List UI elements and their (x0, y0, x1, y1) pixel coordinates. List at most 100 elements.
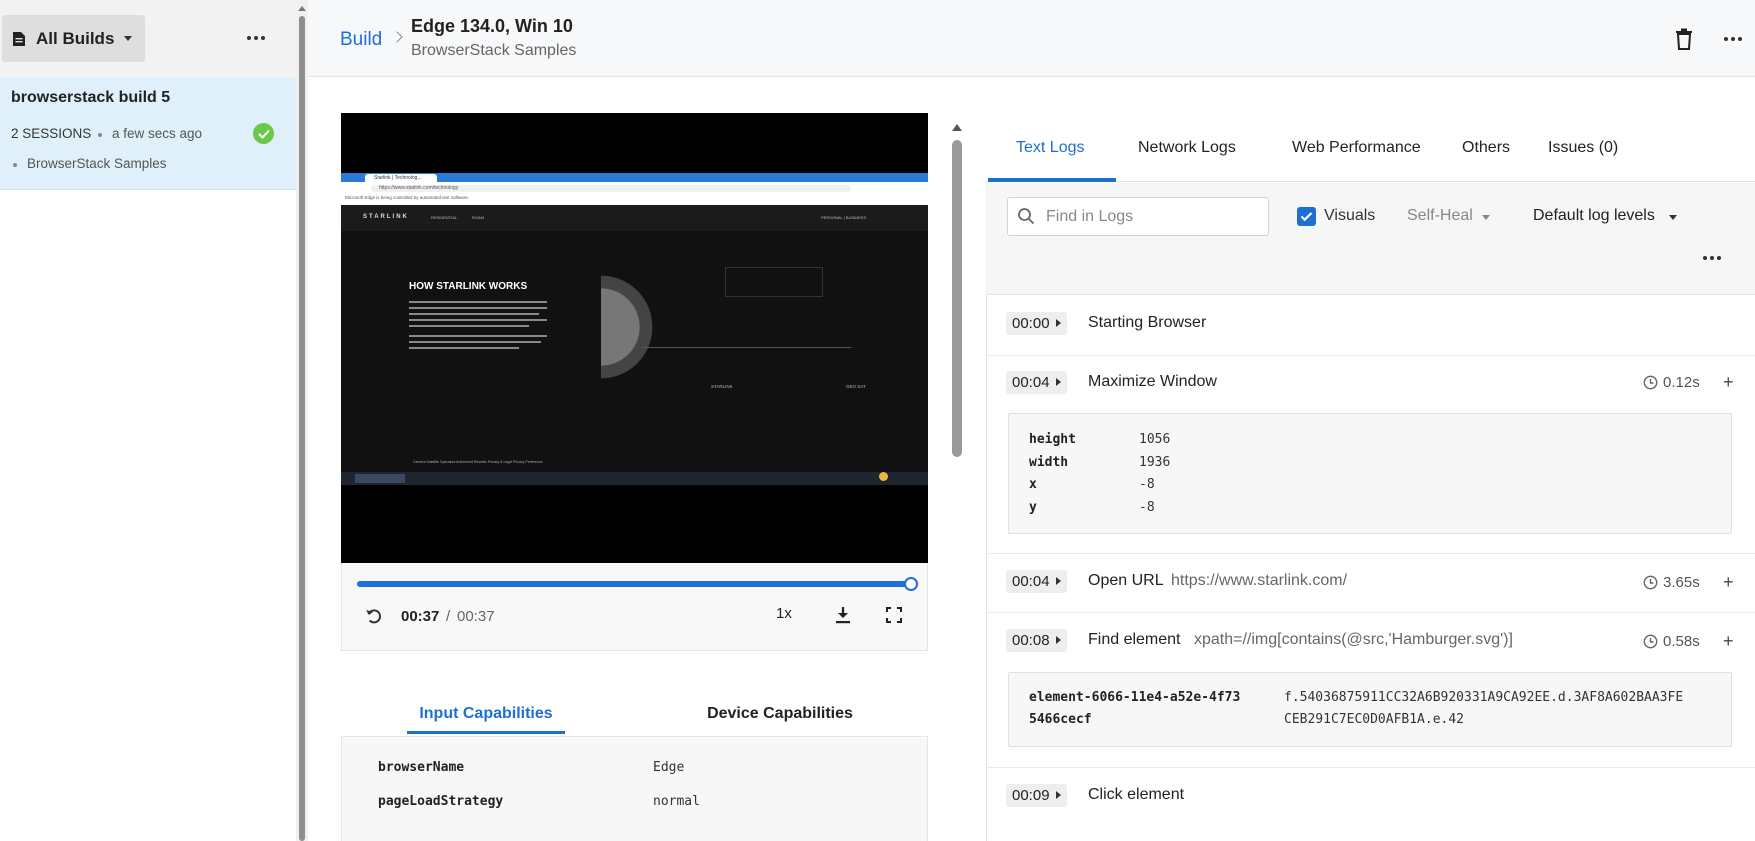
recorded-taskbar (341, 472, 928, 485)
detail-key: height (1029, 432, 1076, 447)
tab-network-logs[interactable]: Network Logs (1138, 139, 1236, 157)
chevron-down-icon[interactable] (1482, 215, 1490, 220)
expand-icon[interactable]: + (1723, 631, 1734, 652)
tab-web-performance[interactable]: Web Performance (1292, 139, 1421, 157)
recorded-globe-graphic (601, 267, 661, 387)
session-subtitle: BrowserStack Samples (411, 42, 577, 59)
recorded-tab-bar: Starlink | Technolog... (341, 173, 928, 183)
video-panel-scrollbar-thumb[interactable] (952, 140, 962, 457)
play-icon (1056, 791, 1061, 799)
more-options-icon[interactable] (1699, 250, 1725, 266)
recorded-automation-notice: Microsoft Edge is being controlled by au… (345, 195, 470, 200)
download-icon[interactable] (834, 606, 852, 624)
capability-key: pageLoadStrategy (378, 794, 504, 809)
scroll-up-arrow-icon[interactable] (298, 6, 306, 11)
recorded-nav-item: PERSONAL | BUSINESS (821, 215, 867, 220)
visuals-checkbox[interactable] (1297, 207, 1316, 226)
log-argument: xpath=//img[contains(@src,'Hamburger.svg… (1194, 631, 1513, 648)
tab-device-capabilities[interactable]: Device Capabilities (700, 705, 860, 723)
build-title: browserstack build 5 (11, 89, 171, 106)
capability-value: normal (653, 794, 700, 809)
detail-value: -8 (1139, 500, 1155, 515)
log-command: Find element (1088, 631, 1181, 648)
recorded-footer: Careers Satellite Operators Authorized R… (413, 460, 543, 464)
video-current-time: 00:37 (401, 608, 440, 625)
session-video[interactable]: Starlink | Technolog... https://www.star… (341, 113, 928, 563)
log-timestamp: 00:00 (1012, 315, 1050, 332)
recorded-text-line (409, 319, 547, 321)
recorded-text-line (409, 313, 539, 315)
more-options-icon[interactable] (1720, 30, 1746, 48)
log-command: Open URL (1088, 572, 1164, 589)
log-levels-dropdown[interactable]: Default log levels (1533, 207, 1655, 225)
log-timestamp: 00:09 (1012, 787, 1050, 804)
recorded-site-nav: STARLINK RESIDENTIAL ROAM PERSONAL | BUS… (341, 205, 928, 231)
document-icon (13, 31, 25, 46)
active-tab-indicator (407, 731, 565, 734)
tab-issues[interactable]: Issues (0) (1548, 139, 1618, 157)
play-icon (1056, 636, 1061, 644)
self-heal-dropdown[interactable]: Self-Heal (1407, 207, 1473, 225)
separator-dot (13, 163, 17, 167)
recorded-text-line (409, 301, 547, 303)
video-time-separator: / (446, 608, 451, 625)
all-builds-label: All Builds (36, 28, 115, 48)
chevron-right-icon (391, 31, 403, 43)
log-timestamp-button[interactable]: 00:09 (1006, 784, 1067, 807)
log-timestamp-button[interactable]: 00:00 (1006, 312, 1067, 335)
log-timestamp-button[interactable]: 00:04 (1006, 570, 1067, 593)
play-icon (1056, 577, 1061, 585)
recorded-tab: Starlink | Technolog... (365, 174, 437, 183)
log-timestamp: 00:08 (1012, 632, 1050, 649)
log-command: Maximize Window (1088, 373, 1217, 390)
log-entry[interactable] (987, 768, 1755, 841)
detail-key: y (1029, 500, 1037, 515)
expand-icon[interactable]: + (1723, 572, 1734, 593)
detail-key: x (1029, 477, 1037, 492)
sidebar-scrollbar-thumb[interactable] (299, 16, 305, 841)
log-command: Starting Browser (1088, 314, 1207, 331)
scroll-up-arrow-icon[interactable] (952, 124, 962, 131)
detail-key: element-6066-11e4-a52e-4f73 (1029, 690, 1241, 705)
play-icon (1056, 378, 1061, 386)
trash-icon[interactable] (1674, 28, 1694, 50)
log-timestamp-button[interactable]: 00:08 (1006, 629, 1067, 652)
video-progress-handle[interactable] (904, 577, 918, 591)
breadcrumb-build-link[interactable]: Build (340, 29, 382, 51)
capability-key: browserName (378, 760, 465, 775)
log-timestamp-button[interactable]: 00:04 (1006, 371, 1067, 394)
log-timestamp: 00:04 (1012, 573, 1050, 590)
session-header: Build Edge 134.0, Win 10 BrowserStack Sa… (308, 0, 1755, 77)
capabilities-table (342, 738, 927, 841)
recorded-headline: HOW STARLINK WORKS (409, 281, 528, 292)
build-list-item[interactable]: browserstack build 5 2 SESSIONS a few se… (0, 77, 296, 190)
session-title: Edge 134.0, Win 10 (411, 16, 573, 36)
tab-others[interactable]: Others (1462, 139, 1510, 157)
visuals-label[interactable]: Visuals (1324, 207, 1375, 225)
recorded-browser-chrome: Starlink | Technolog... https://www.star… (341, 173, 928, 205)
detail-value: f.54036875911CC32A6B920331A9CA92EE.d.3AF… (1284, 690, 1684, 705)
expand-icon[interactable]: + (1723, 372, 1734, 393)
builds-sidebar: All Builds browserstack build 5 2 SESSIO… (0, 0, 296, 841)
video-progress-bar[interactable] (357, 581, 913, 587)
log-details (1008, 672, 1732, 747)
tab-input-capabilities[interactable]: Input Capabilities (407, 705, 565, 723)
fullscreen-icon[interactable] (885, 606, 903, 624)
playback-speed-button[interactable]: 1x (776, 605, 792, 622)
capability-value: Edge (653, 760, 685, 775)
tab-text-logs[interactable]: Text Logs (1016, 139, 1084, 157)
replay-icon[interactable] (364, 606, 384, 626)
more-options-icon[interactable] (243, 28, 269, 48)
build-project: BrowserStack Samples (27, 156, 167, 171)
detail-value: 1056 (1139, 432, 1171, 447)
build-sessions-count: 2 SESSIONS (11, 126, 92, 141)
all-builds-dropdown[interactable]: All Builds (2, 15, 145, 62)
recorded-nav-item: ROAM (472, 215, 484, 220)
build-time: a few secs ago (112, 126, 203, 141)
play-icon (1056, 319, 1061, 327)
find-in-logs-input[interactable] (1046, 206, 1261, 228)
log-argument: https://www.starlink.com/ (1171, 572, 1348, 589)
recorded-text-line (409, 307, 547, 309)
chevron-down-icon[interactable] (1669, 215, 1677, 220)
recorded-website: STARLINK RESIDENTIAL ROAM PERSONAL | BUS… (341, 205, 928, 472)
